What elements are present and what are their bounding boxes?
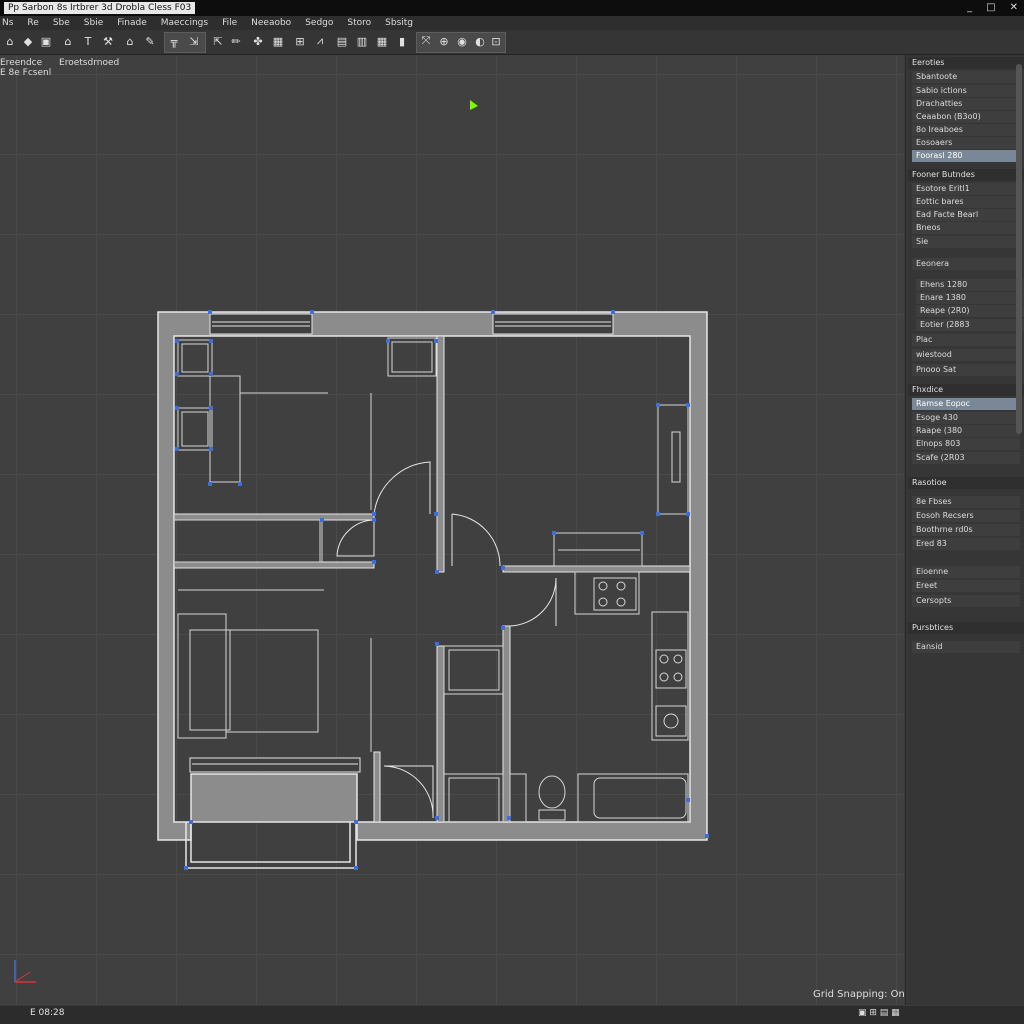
panel-item-selected[interactable]: Foorasl 280 — [912, 150, 1020, 162]
wall-node[interactable] — [209, 339, 213, 343]
furniture — [173, 337, 689, 823]
panel-item[interactable]: Sie — [912, 236, 1020, 248]
panel-item[interactable]: Cersopts — [912, 595, 1020, 607]
panel-item[interactable]: Reape (2R0) — [916, 305, 1024, 317]
panel-item[interactable]: Esotore Eritl1 — [912, 183, 1020, 195]
wall-node[interactable] — [435, 570, 439, 574]
windows — [189, 313, 614, 773]
panel-item[interactable]: Boothrne rd0s — [912, 524, 1020, 536]
panel-item[interactable]: Sabio ictions — [912, 85, 1020, 97]
wall-node[interactable] — [640, 531, 644, 535]
axis-gizmo-icon — [14, 960, 36, 983]
wall-node[interactable] — [209, 372, 213, 376]
wall-node[interactable] — [208, 482, 212, 486]
wall-node[interactable] — [705, 834, 709, 838]
wall-node[interactable] — [189, 820, 193, 824]
panel-header[interactable]: Fooner Butndes — [908, 169, 1024, 181]
panel-item[interactable]: Elnops 803 — [912, 438, 1020, 450]
wall-node[interactable] — [507, 816, 511, 820]
panel-item[interactable]: Esoge 430 — [912, 412, 1020, 424]
panel-header[interactable]: Fhxdice — [908, 384, 1024, 396]
wall-node[interactable] — [434, 512, 438, 516]
wall-node[interactable] — [656, 512, 660, 516]
panel-item[interactable]: Eioenne — [912, 566, 1020, 578]
cursor-pointer — [470, 100, 478, 110]
wall-node[interactable] — [686, 403, 690, 407]
floor-plan[interactable] — [0, 0, 1024, 1024]
wall-node[interactable] — [372, 518, 376, 522]
panel-scrollbar[interactable] — [1016, 64, 1022, 434]
panel-item[interactable]: wiestood — [912, 349, 1020, 361]
wall-node[interactable] — [175, 339, 179, 343]
panel-item[interactable]: Eottic bares — [912, 196, 1020, 208]
panel-item[interactable]: Ered 83 — [912, 538, 1020, 550]
panel-item[interactable]: Pnooo Sat — [912, 364, 1020, 376]
wall-node[interactable] — [320, 518, 324, 522]
wall-node[interactable] — [209, 406, 213, 410]
wall-node[interactable] — [501, 626, 505, 630]
wall-node[interactable] — [354, 866, 358, 870]
wall-node[interactable] — [238, 482, 242, 486]
wall-node[interactable] — [434, 339, 438, 343]
wall-node[interactable] — [209, 447, 213, 451]
wall-node[interactable] — [310, 310, 314, 314]
panel-item[interactable]: Ceaabon (B3o0) — [912, 111, 1020, 123]
panel-item[interactable]: Drachatties — [912, 98, 1020, 110]
grid-snapping-status: Grid Snapping: On — [813, 989, 905, 1000]
panel-item[interactable]: Eosoh Recsers — [912, 510, 1020, 522]
wall-node[interactable] — [372, 512, 376, 516]
panel-item[interactable]: Sbantoote — [912, 71, 1020, 83]
panel-item-selected[interactable]: Ramse Eopoc — [912, 398, 1020, 410]
panel-item[interactable]: Eansid — [912, 641, 1020, 653]
panel-item[interactable]: 8e Fbses — [912, 496, 1020, 508]
panel-item[interactable]: Ereet — [912, 580, 1020, 592]
panel-item[interactable]: Eosoaers — [912, 137, 1020, 149]
wall-node[interactable] — [656, 403, 660, 407]
panel-item[interactable]: Raape (380 — [912, 425, 1020, 437]
panel-header[interactable]: Rasotioe — [908, 477, 1024, 489]
wall-node[interactable] — [184, 866, 188, 870]
properties-panel: Eeroties Sbantoote Sabio ictions Drachat… — [905, 55, 1024, 1005]
wall-node[interactable] — [208, 310, 212, 314]
wall-node[interactable] — [491, 310, 495, 314]
wall-node[interactable] — [611, 310, 615, 314]
wall-node[interactable] — [386, 339, 390, 343]
panel-item[interactable]: Bneos — [912, 222, 1020, 234]
wall-node[interactable] — [552, 531, 556, 535]
wall-node[interactable] — [435, 642, 439, 646]
wall-node[interactable] — [686, 512, 690, 516]
panel-item[interactable]: Plac — [912, 334, 1020, 346]
wall-node[interactable] — [686, 798, 690, 802]
wall-node[interactable] — [372, 560, 376, 564]
status-icons: ▣ ⊞ ▤ ▦ — [858, 1008, 900, 1018]
panel-item[interactable]: Ead Facte Bearl — [912, 209, 1020, 221]
coordinate-readout: E 08:28 — [30, 1008, 65, 1018]
panel-item[interactable]: Scafe (2R03 — [912, 452, 1020, 464]
panel-header[interactable]: Eeroties — [908, 57, 1024, 69]
panel-item[interactable]: Enare 1380 — [916, 292, 1024, 304]
status-bar: E 08:28 ▣ ⊞ ▤ ▦ — [0, 1006, 1024, 1024]
panel-header[interactable]: Pursbtices — [908, 622, 1024, 634]
wall-node[interactable] — [175, 372, 179, 376]
panel-item[interactable]: Ehens 1280 — [916, 279, 1024, 291]
wall-node[interactable] — [175, 447, 179, 451]
wall-node[interactable] — [435, 816, 439, 820]
wall-node[interactable] — [501, 566, 505, 570]
wall-node[interactable] — [354, 820, 358, 824]
panel-item[interactable]: 8o Ireaboes — [912, 124, 1020, 136]
wall-node[interactable] — [175, 406, 179, 410]
balcony — [185, 822, 357, 869]
panel-item[interactable]: Eeonera — [912, 258, 1020, 270]
panel-item[interactable]: Eotier (2883 — [916, 319, 1024, 331]
